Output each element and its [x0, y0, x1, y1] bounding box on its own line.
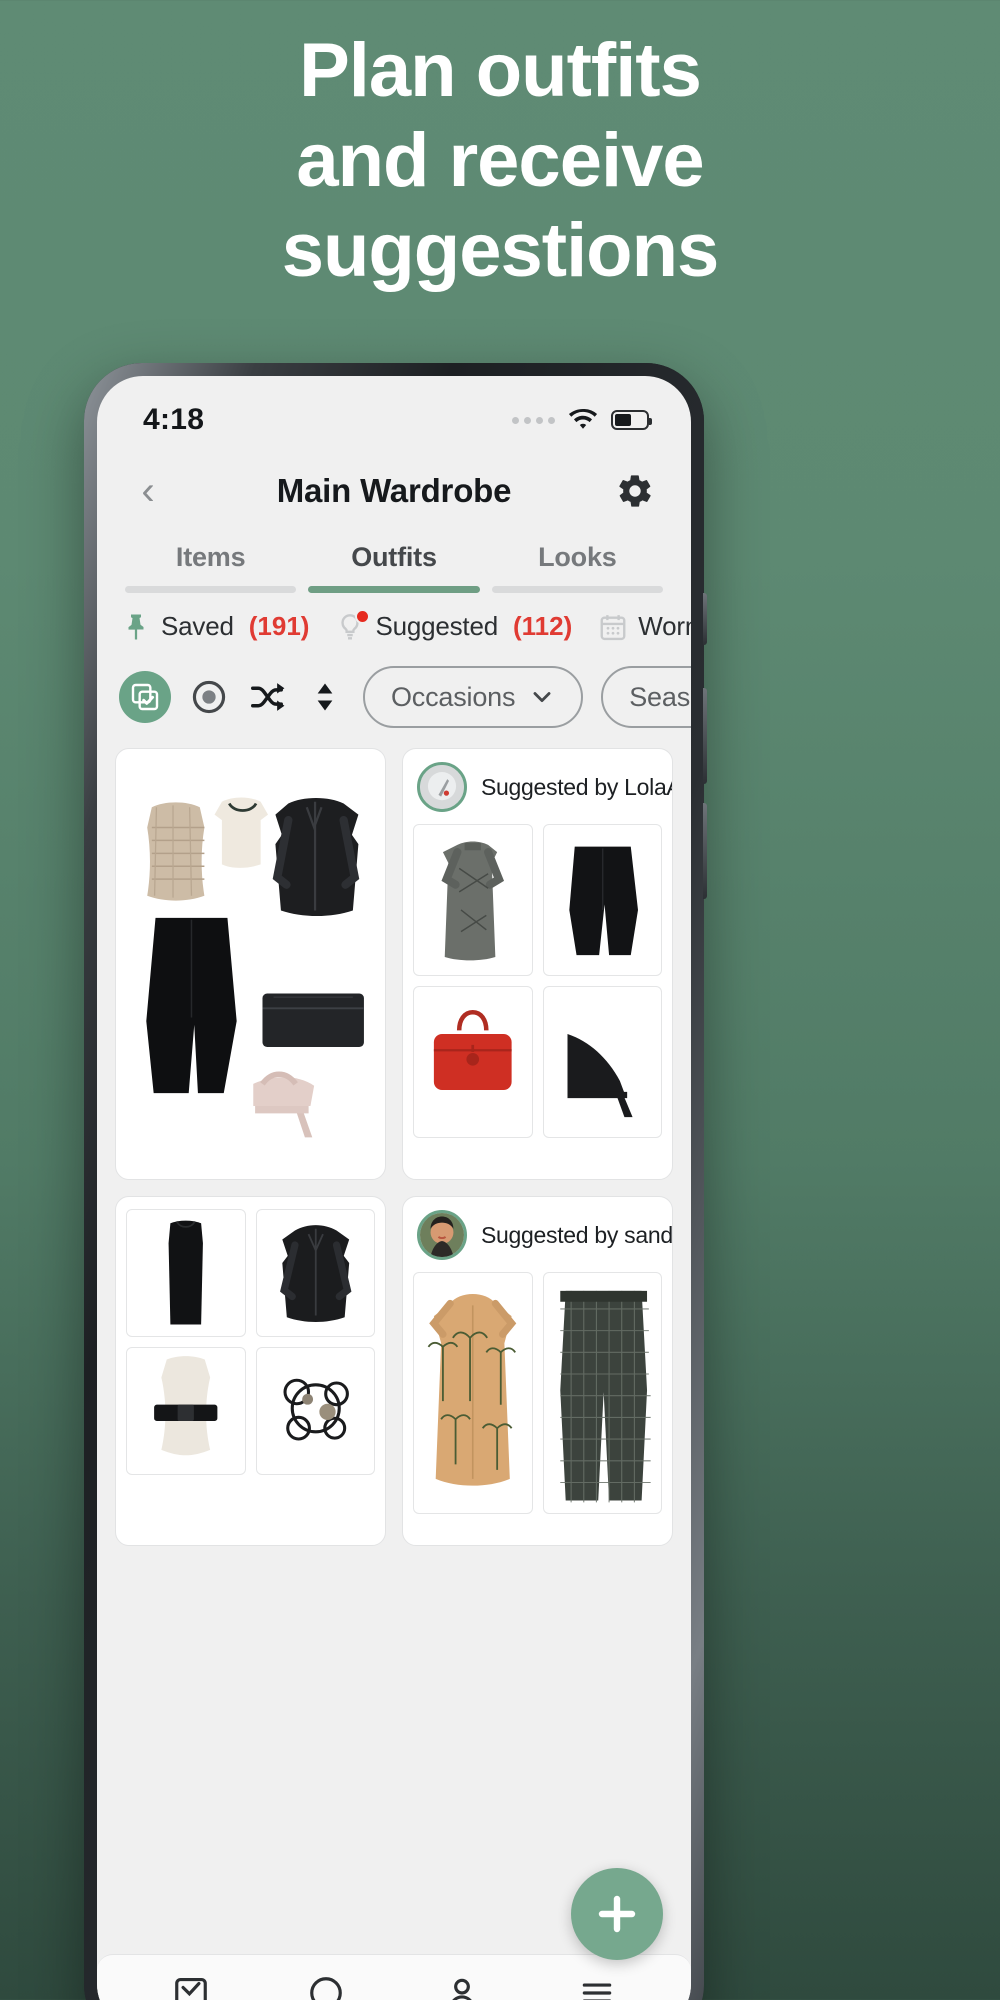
- tab-looks-label: Looks: [538, 542, 617, 572]
- signal-dots-icon: [512, 416, 555, 424]
- thumb-grid: [413, 824, 662, 1138]
- black-clutch-bag: [262, 993, 364, 1047]
- add-button[interactable]: [571, 1868, 663, 1960]
- item-palm-print-shirt[interactable]: [413, 1272, 533, 1514]
- card-header-label: Suggested by sandhya2304: [481, 1221, 673, 1248]
- status-icons: [512, 409, 652, 431]
- sub-tabs: Saved (191) Suggested (112) Wor: [97, 593, 691, 658]
- app-header: ‹ Main Wardrobe: [97, 450, 691, 532]
- subtab-suggested-count: (112): [512, 611, 573, 641]
- filter-chip-occasions[interactable]: Occasions: [363, 666, 584, 728]
- wardrobe-icon[interactable]: [172, 1974, 210, 2000]
- tab-outfits-indicator: [308, 586, 480, 593]
- card-body: [116, 1197, 385, 1485]
- target-circle-icon[interactable]: [189, 677, 229, 717]
- black-wide-pants: [146, 917, 237, 1094]
- phone-side-button-volume-down: [703, 803, 707, 899]
- headline-line-1: Plan outfits: [299, 28, 702, 113]
- thumb-grid: [413, 1272, 662, 1514]
- plus-icon: [593, 1890, 641, 1938]
- item-grey-mesh-top[interactable]: [413, 824, 533, 976]
- subtab-saved-count: (191): [248, 611, 310, 641]
- promo-headline: Plan outfits and receive suggestions: [0, 26, 1000, 296]
- card-body: [403, 820, 672, 1148]
- circle-icon[interactable]: [307, 1974, 345, 2000]
- tab-outfits[interactable]: Outfits: [302, 542, 485, 593]
- avatar[interactable]: [417, 762, 467, 812]
- tab-outfits-label: Outfits: [351, 542, 437, 572]
- back-chevron-icon[interactable]: ‹: [131, 471, 165, 511]
- card-header: Suggested by sandhya2304: [403, 1197, 672, 1268]
- subtab-saved-label: Saved: [161, 611, 234, 641]
- shuffle-icon[interactable]: [247, 677, 287, 717]
- main-tabs: Items Outfits Looks: [97, 532, 691, 593]
- item-black-pump-heel[interactable]: [542, 986, 662, 1138]
- menu-icon[interactable]: [578, 1974, 616, 2000]
- status-time: 4:18: [143, 403, 205, 436]
- gear-icon[interactable]: [613, 469, 657, 513]
- thumb-grid: [126, 1209, 375, 1475]
- subtab-worn-planned-label: Worn & Planned: [638, 611, 691, 641]
- person-icon[interactable]: [443, 1974, 481, 2000]
- item-black-wide-trousers[interactable]: [542, 824, 662, 976]
- tab-items[interactable]: Items: [119, 542, 302, 593]
- card-body: [403, 1268, 672, 1524]
- headline-line-2: and receive: [296, 118, 704, 203]
- page-title: Main Wardrobe: [276, 472, 512, 509]
- filter-chip-seasons-label: Seasons: [629, 681, 691, 712]
- outfit-card-1[interactable]: [115, 748, 386, 1180]
- item-black-sleeveless-jumpsuit[interactable]: [126, 1209, 246, 1337]
- status-bar: 4:18: [97, 376, 691, 450]
- outfit-grid: Suggested by LolaAI Suggested by sand: [97, 748, 691, 1546]
- tab-looks-indicator: [491, 586, 663, 593]
- item-checked-trousers[interactable]: [542, 1272, 662, 1514]
- phone-screen: 4:18 ‹ Main Wardrobe Items Outfits Looks…: [97, 376, 691, 2000]
- bottom-navigation: [97, 1954, 691, 2000]
- tab-items-indicator: [125, 586, 297, 593]
- sort-updown-icon[interactable]: [305, 677, 345, 717]
- phone-side-button-mute: [703, 593, 707, 645]
- card-header: Suggested by LolaAI: [403, 749, 672, 820]
- filter-chip-occasions-label: Occasions: [391, 681, 516, 712]
- tab-looks[interactable]: Looks: [486, 542, 669, 593]
- outfit-card-suggested-lolaai[interactable]: Suggested by LolaAI: [402, 748, 673, 1180]
- outfit-card-suggested-sandhya[interactable]: Suggested by sandhya2304: [402, 1196, 673, 1546]
- phone-side-button-volume-up: [703, 688, 707, 784]
- nude-heeled-sandal: [253, 1071, 315, 1138]
- chevron-down-icon: [529, 684, 555, 710]
- tab-items-label: Items: [175, 542, 246, 572]
- pin-icon: [121, 612, 151, 642]
- item-red-handbag[interactable]: [413, 986, 533, 1138]
- calendar-icon: [598, 612, 628, 642]
- card-header-label: Suggested by LolaAI: [481, 773, 673, 800]
- status-badge: [355, 609, 371, 624]
- avatar[interactable]: [417, 1210, 467, 1260]
- filter-chip-seasons[interactable]: Seasons: [601, 666, 691, 728]
- subtab-suggested-label: Suggested: [375, 611, 498, 641]
- leather-jacket: [272, 798, 360, 917]
- wifi-icon: [568, 409, 598, 431]
- phone-mockup: 4:18 ‹ Main Wardrobe Items Outfits Looks…: [84, 363, 707, 2000]
- battery-icon: [611, 410, 652, 430]
- item-leather-jacket[interactable]: [255, 1209, 375, 1337]
- cream-tank-top: [214, 797, 269, 868]
- item-statement-necklace[interactable]: [255, 1347, 375, 1475]
- sidebar-item-worn-planned[interactable]: Worn & Planned: [598, 611, 691, 642]
- multi-select-checkbox-icon[interactable]: [119, 671, 171, 723]
- sidebar-item-suggested[interactable]: Suggested (112): [335, 609, 573, 642]
- headline-line-3: suggestions: [281, 208, 720, 293]
- corset-top: [147, 802, 205, 901]
- sidebar-item-saved[interactable]: Saved (191): [121, 611, 309, 642]
- outfit-card-2[interactable]: [115, 1196, 386, 1546]
- outfit-collage-1: [116, 749, 385, 1179]
- item-black-belt-dress-form[interactable]: [126, 1347, 246, 1475]
- filter-toolbar: Occasions Seasons: [97, 658, 691, 748]
